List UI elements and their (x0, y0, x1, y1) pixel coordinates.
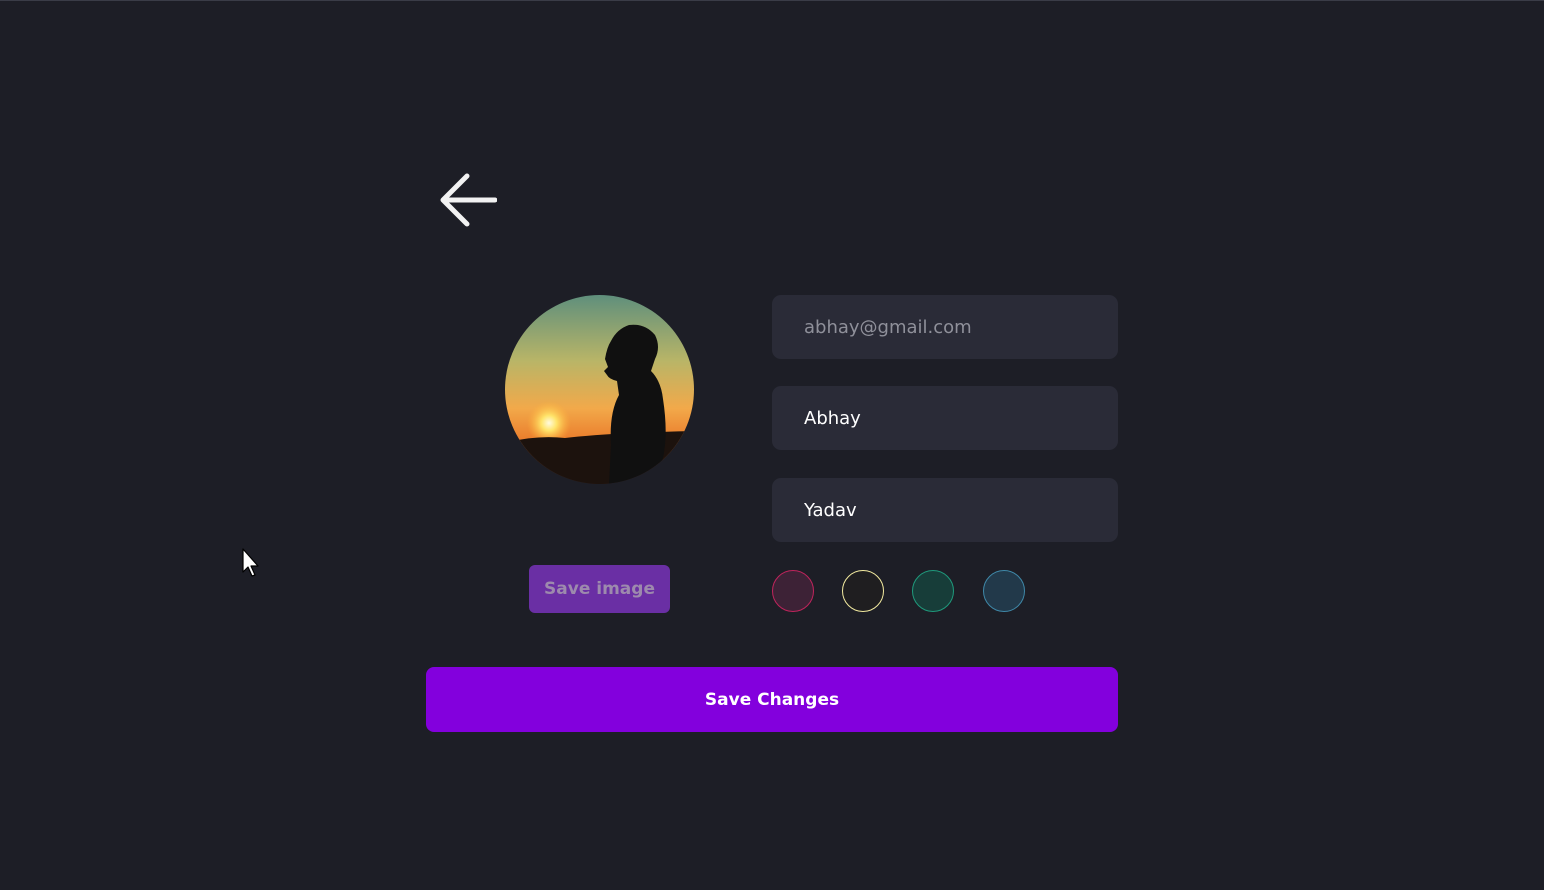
email-value: abhay@gmail.com (804, 316, 972, 338)
avatar-image (505, 295, 694, 484)
avatar[interactable] (505, 295, 694, 484)
save-changes-button[interactable]: Save Changes (426, 667, 1118, 732)
theme-color-swatch-blue[interactable] (983, 570, 1025, 612)
last-name-field[interactable]: Yadav (772, 478, 1118, 542)
top-border (0, 0, 1544, 1)
email-field[interactable]: abhay@gmail.com (772, 295, 1118, 359)
theme-color-swatch-crimson[interactable] (772, 570, 814, 612)
arrow-left-icon (440, 173, 497, 227)
back-button[interactable] (432, 168, 500, 232)
first-name-field[interactable]: Abhay (772, 386, 1118, 450)
first-name-value: Abhay (804, 407, 861, 429)
mouse-cursor-icon (242, 548, 259, 577)
last-name-value: Yadav (804, 499, 857, 521)
theme-color-swatch-green[interactable] (912, 570, 954, 612)
save-image-button[interactable]: Save image (529, 565, 670, 613)
theme-color-swatch-yellow[interactable] (842, 570, 884, 612)
